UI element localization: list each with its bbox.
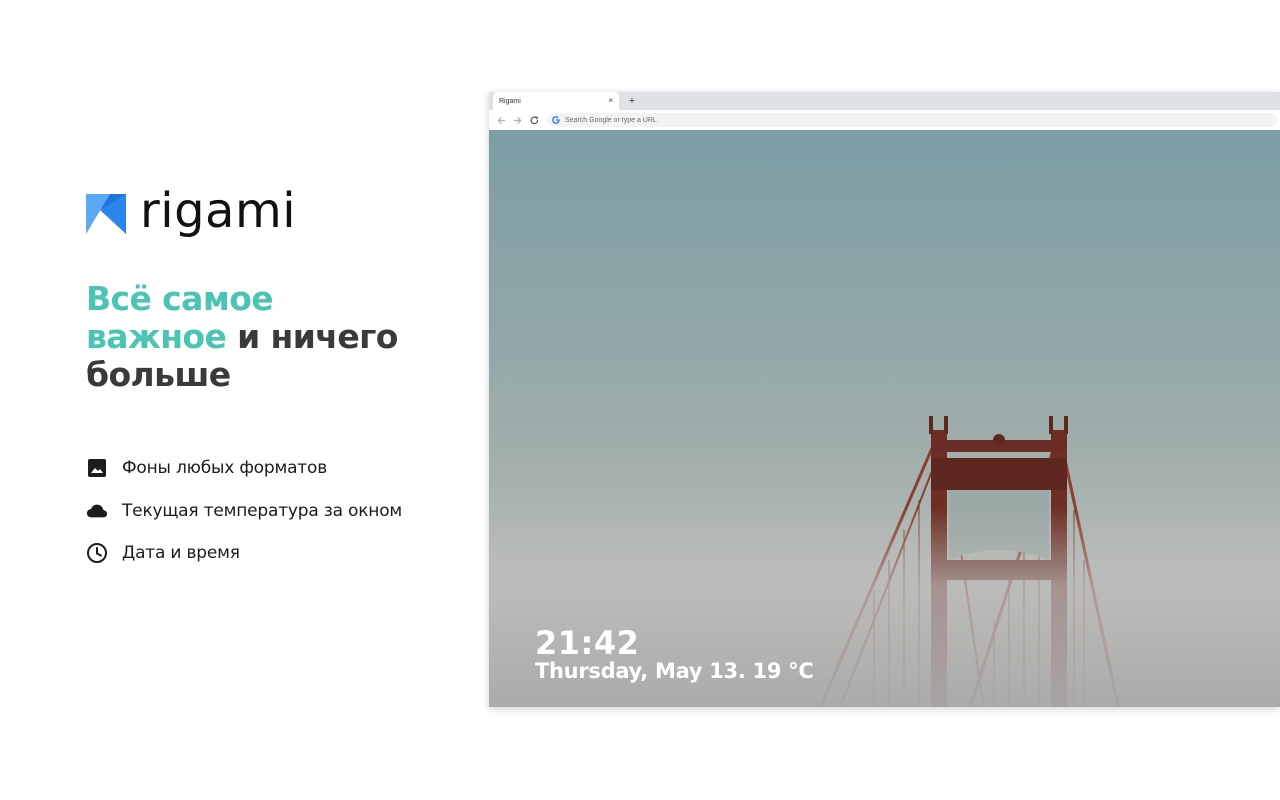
feature-item-datetime: Дата и время — [86, 537, 446, 569]
browser-toolbar: Search Google or type a URL — [489, 110, 1280, 131]
headline-text-2: и ничего — [226, 317, 398, 356]
google-icon — [552, 116, 560, 124]
back-arrow-icon[interactable] — [495, 114, 507, 126]
feature-label: Дата и время — [122, 543, 240, 563]
cloud-icon — [86, 500, 108, 522]
brand-name: rigami — [140, 183, 297, 239]
feature-label: Текущая температура за окном — [122, 500, 403, 521]
address-bar[interactable]: Search Google or type a URL — [547, 113, 1277, 127]
browser-tab[interactable]: Rigami × — [493, 92, 619, 110]
tab-strip: Rigami × + — [489, 92, 1280, 110]
clock-time: 21:42 — [535, 624, 640, 662]
feature-item-backgrounds: Фоны любых форматов — [86, 452, 446, 484]
clock-icon — [86, 542, 108, 564]
tab-close-icon[interactable]: × — [608, 97, 613, 105]
address-placeholder: Search Google or type a URL — [565, 116, 657, 124]
browser-mockup: Rigami × + Search Google or type a URL 2… — [489, 92, 1280, 707]
feature-item-weather: Текущая температура за окном — [86, 495, 446, 527]
new-tab-icon[interactable]: + — [625, 94, 639, 108]
date-weather: Thursday, May 13. 19 °C — [535, 659, 814, 683]
headline-accent-1: Всё самое — [86, 279, 274, 318]
feature-list: Фоны любых форматов Текущая температура … — [86, 452, 446, 580]
headline-accent-2: важное — [86, 317, 227, 356]
tab-title: Rigami — [499, 97, 521, 105]
newtab-viewport: 21:42 Thursday, May 13. 19 °C — [489, 130, 1280, 707]
image-icon — [86, 457, 108, 479]
feature-label: Фоны любых форматов — [122, 458, 328, 478]
forward-arrow-icon[interactable] — [511, 114, 523, 126]
promo-page: rigami Всё самое важное и ничего больше … — [0, 0, 1280, 800]
headline: Всё самое важное и ничего больше — [86, 280, 446, 394]
rigami-logo-icon — [86, 194, 126, 234]
brand-logo: rigami — [86, 186, 296, 242]
reload-icon[interactable] — [528, 114, 540, 126]
headline-text-3: больше — [86, 355, 231, 394]
